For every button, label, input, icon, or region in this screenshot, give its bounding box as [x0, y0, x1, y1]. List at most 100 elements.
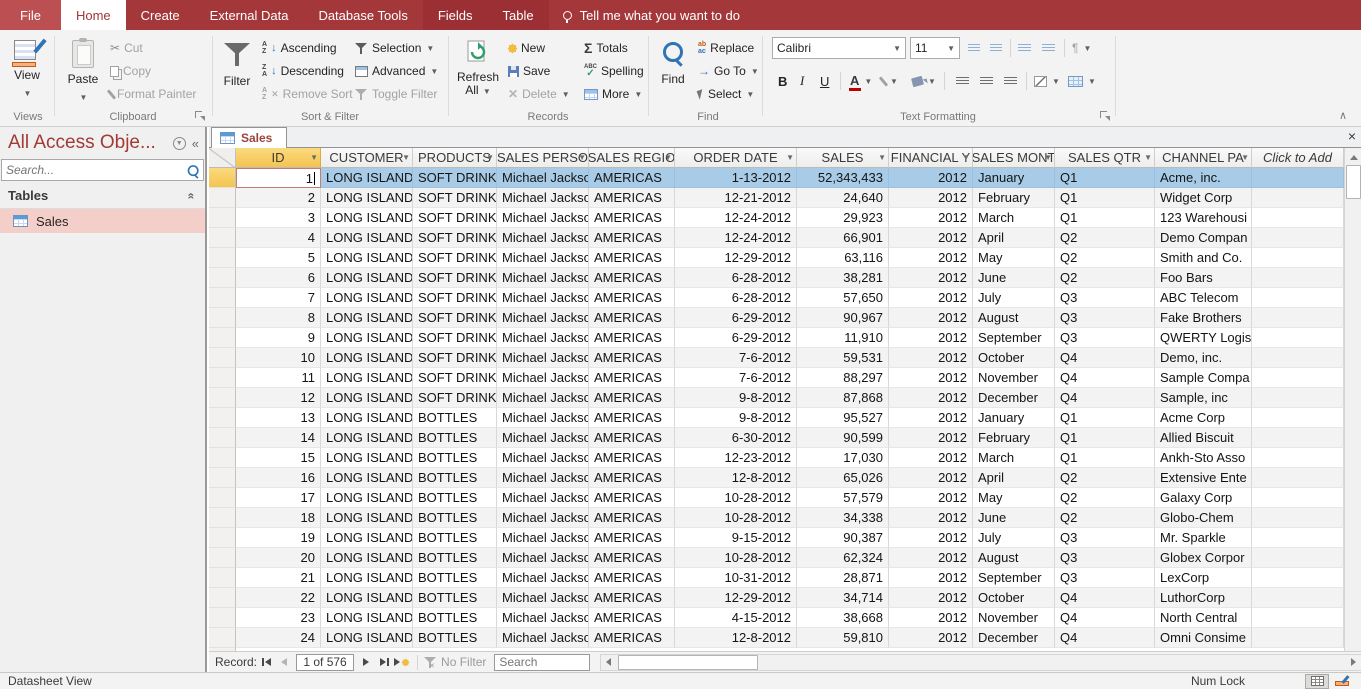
table-cell[interactable]: August — [973, 548, 1055, 568]
table-cell[interactable]: BOTTLES — [413, 408, 497, 428]
table-cell-empty[interactable] — [1252, 528, 1344, 548]
table-cell[interactable]: BOTTLES — [413, 608, 497, 628]
table-cell[interactable]: LONG ISLANDS — [321, 488, 413, 508]
table-cell[interactable]: 24 — [236, 628, 321, 648]
filter-indicator-icon[interactable] — [424, 656, 437, 669]
table-cell[interactable]: AMERICAS — [589, 268, 675, 288]
table-cell-empty[interactable] — [1252, 248, 1344, 268]
table-cell[interactable]: 22 — [236, 588, 321, 608]
nav-search-input[interactable] — [6, 163, 186, 177]
record-selector[interactable] — [209, 608, 236, 628]
remove-sort-button[interactable]: AZ✕Remove Sort — [262, 83, 353, 105]
table-cell-empty[interactable] — [1252, 348, 1344, 368]
close-icon[interactable]: × — [1348, 129, 1356, 143]
datasheet-view-button[interactable] — [1305, 674, 1329, 689]
table-cell[interactable]: SOFT DRINKS — [413, 288, 497, 308]
table-cell[interactable]: AMERICAS — [589, 468, 675, 488]
table-cell-empty[interactable] — [1252, 268, 1344, 288]
table-cell[interactable]: February — [973, 428, 1055, 448]
table-cell[interactable]: 2012 — [889, 208, 973, 228]
table-cell[interactable]: 59,531 — [797, 348, 889, 368]
table-cell[interactable]: LONG ISLANDS — [321, 468, 413, 488]
nav-item-sales[interactable]: Sales — [0, 209, 205, 233]
table-cell-empty[interactable] — [1252, 388, 1344, 408]
column-filter-arrow-icon[interactable]: ▼ — [1144, 153, 1152, 162]
table-cell[interactable]: 10 — [236, 348, 321, 368]
table-cell[interactable]: LONG ISLANDS — [321, 548, 413, 568]
table-cell[interactable]: AMERICAS — [589, 188, 675, 208]
table-cell[interactable]: Michael Jackso — [497, 508, 589, 528]
table-cell[interactable]: BOTTLES — [413, 528, 497, 548]
table-cell[interactable]: QWERTY Logist — [1155, 328, 1252, 348]
nav-section-tables[interactable]: Tables « — [0, 181, 205, 209]
nav-search-box[interactable] — [1, 159, 204, 181]
ribbon-tab-create[interactable]: Create — [126, 0, 195, 30]
totals-button[interactable]: ΣTotals — [584, 37, 628, 59]
table-cell[interactable]: SOFT DRINKS — [413, 188, 497, 208]
tell-me[interactable]: Tell me what you want to do — [549, 0, 740, 30]
ribbon-tab-table[interactable]: Table — [488, 0, 549, 30]
align-center-button[interactable] — [980, 70, 993, 92]
table-cell[interactable]: 9-8-2012 — [675, 408, 797, 428]
column-filter-arrow-icon[interactable]: ▼ — [486, 153, 494, 162]
table-cell[interactable]: LONG ISLANDS — [321, 368, 413, 388]
table-cell[interactable]: Q1 — [1055, 168, 1155, 188]
table-cell[interactable]: 12-8-2012 — [675, 468, 797, 488]
copy-button[interactable]: Copy — [110, 60, 151, 82]
table-cell[interactable]: Q4 — [1055, 588, 1155, 608]
table-cell[interactable]: 57,579 — [797, 488, 889, 508]
table-cell[interactable]: Michael Jackso — [497, 308, 589, 328]
table-cell[interactable]: AMERICAS — [589, 288, 675, 308]
table-cell[interactable]: LONG ISLANDS — [321, 348, 413, 368]
record-position-box[interactable]: 1 of 576 — [296, 654, 354, 671]
bold-button[interactable]: B — [778, 70, 787, 92]
highlight-button[interactable]: ▼ — [882, 70, 898, 92]
table-cell[interactable]: SOFT DRINKS — [413, 268, 497, 288]
table-cell-empty[interactable] — [1252, 408, 1344, 428]
ribbon-tab-home[interactable]: Home — [61, 0, 126, 30]
record-search-input[interactable] — [494, 654, 590, 671]
table-cell[interactable]: 6-28-2012 — [675, 268, 797, 288]
table-cell[interactable]: SOFT DRINKS — [413, 388, 497, 408]
table-cell-empty[interactable] — [1252, 488, 1344, 508]
table-cell[interactable]: LONG ISLANDS — [321, 568, 413, 588]
table-cell[interactable]: 2012 — [889, 508, 973, 528]
record-selector[interactable] — [209, 548, 236, 568]
record-selector[interactable] — [209, 588, 236, 608]
table-cell[interactable]: 12 — [236, 388, 321, 408]
underline-button[interactable]: U — [820, 70, 829, 92]
table-cell[interactable]: 17,030 — [797, 448, 889, 468]
table-cell[interactable]: Globex Corpor — [1155, 548, 1252, 568]
record-selector[interactable] — [209, 448, 236, 468]
table-cell[interactable]: Michael Jackso — [497, 428, 589, 448]
table-cell[interactable]: LONG ISLANDS — [321, 588, 413, 608]
align-right-button[interactable] — [1004, 70, 1017, 92]
table-cell[interactable]: 4-15-2012 — [675, 608, 797, 628]
record-selector[interactable] — [209, 328, 236, 348]
record-selector[interactable] — [209, 228, 236, 248]
table-cell[interactable]: 59,810 — [797, 628, 889, 648]
table-cell[interactable]: 2012 — [889, 548, 973, 568]
column-filter-arrow-icon[interactable]: ▼ — [786, 153, 794, 162]
column-header-sales-qtr[interactable]: SALES QTR▼ — [1055, 148, 1155, 168]
record-selector[interactable] — [209, 628, 236, 648]
format-painter-button[interactable]: Format Painter — [110, 83, 196, 105]
table-cell[interactable]: December — [973, 388, 1055, 408]
column-header-id[interactable]: ID▼ — [236, 148, 321, 168]
table-cell[interactable]: 2012 — [889, 188, 973, 208]
table-cell[interactable]: 10-28-2012 — [675, 508, 797, 528]
text-formatting-dialog-launcher[interactable] — [1100, 111, 1110, 121]
view-button[interactable]: View ▼ — [6, 34, 48, 120]
table-cell[interactable]: 9-8-2012 — [675, 388, 797, 408]
column-header-channel-pa[interactable]: CHANNEL PA▼ — [1155, 148, 1252, 168]
table-cell[interactable]: 90,599 — [797, 428, 889, 448]
table-cell[interactable]: 12-24-2012 — [675, 208, 797, 228]
table-cell[interactable]: BOTTLES — [413, 588, 497, 608]
table-cell[interactable]: Ankh-Sto Asso — [1155, 448, 1252, 468]
table-cell[interactable]: AMERICAS — [589, 348, 675, 368]
table-cell[interactable]: 11 — [236, 368, 321, 388]
table-cell[interactable]: LONG ISLANDS — [321, 268, 413, 288]
table-cell[interactable]: AMERICAS — [589, 428, 675, 448]
table-cell-empty[interactable] — [1252, 548, 1344, 568]
table-cell[interactable]: 2012 — [889, 568, 973, 588]
